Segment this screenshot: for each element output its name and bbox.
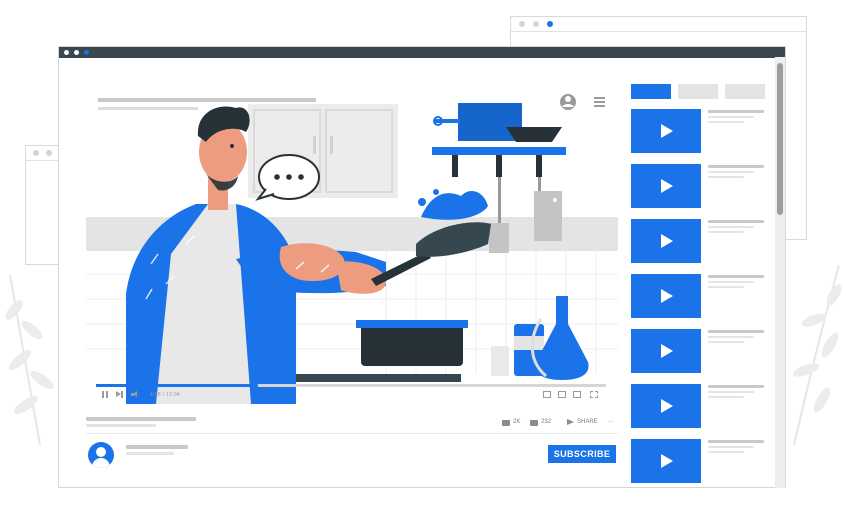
menu-icon[interactable] — [591, 94, 607, 110]
window-dot-1[interactable] — [64, 49, 69, 55]
video-thumbnail[interactable] — [631, 384, 701, 428]
channel-name-placeholder — [126, 445, 188, 449]
video-thumbnail[interactable] — [631, 219, 701, 263]
play-icon — [661, 344, 673, 358]
play-icon — [661, 454, 673, 468]
progress-track[interactable] — [96, 381, 606, 390]
volume-icon[interactable] — [131, 391, 140, 398]
speech-bubble-text: ••• — [270, 168, 310, 177]
pause-icon[interactable] — [102, 391, 108, 398]
next-icon[interactable] — [116, 391, 124, 398]
video-meta-placeholder — [708, 171, 754, 173]
title-bar — [59, 47, 785, 58]
video-title-placeholder — [708, 110, 764, 113]
divider — [86, 433, 618, 434]
video-meta-placeholder — [708, 391, 754, 393]
video-meta-placeholder — [708, 176, 744, 178]
video-title-placeholder — [708, 220, 764, 223]
tab-1[interactable] — [631, 84, 671, 99]
scrollbar-track[interactable] — [775, 57, 785, 488]
settings-icon[interactable] — [543, 391, 551, 398]
fullscreen-icon[interactable] — [590, 391, 598, 398]
share-icon[interactable] — [567, 419, 574, 425]
video-title-placeholder — [708, 275, 764, 278]
video-title-placeholder — [86, 417, 196, 421]
channel-avatar[interactable] — [88, 442, 114, 468]
play-icon — [661, 289, 673, 303]
video-title-placeholder — [708, 330, 764, 333]
video-player[interactable]: ••• — [86, 84, 618, 404]
video-meta-placeholder — [708, 396, 744, 398]
progress-scrubber[interactable] — [250, 381, 259, 390]
play-icon — [661, 179, 673, 193]
account-icon[interactable] — [560, 94, 576, 110]
video-meta-placeholder — [708, 451, 744, 453]
window-dot-2[interactable] — [74, 49, 79, 55]
video-views-placeholder — [86, 424, 156, 427]
play-icon — [661, 399, 673, 413]
video-meta-placeholder — [708, 226, 754, 228]
window-dot-3[interactable] — [84, 49, 89, 55]
dislike-icon[interactable] — [530, 420, 538, 426]
video-title-placeholder — [708, 165, 764, 168]
more-options[interactable]: ··· — [608, 419, 614, 425]
tab-2[interactable] — [678, 84, 718, 99]
avatar-icon — [96, 447, 106, 457]
tab-3[interactable] — [725, 84, 765, 99]
subscribe-button[interactable]: SUBSCRIBE — [548, 445, 616, 463]
like-icon[interactable] — [502, 420, 510, 426]
video-meta-placeholder — [708, 116, 754, 118]
cooking-illustration — [86, 94, 618, 404]
miniplayer-icon[interactable] — [558, 391, 566, 398]
play-icon — [661, 124, 673, 138]
cast-icon[interactable] — [573, 391, 581, 398]
time-display: 4:08 / 12:04 — [150, 392, 181, 398]
video-meta-placeholder — [708, 341, 744, 343]
subscriber-count-placeholder — [126, 452, 174, 455]
video-thumbnail[interactable] — [631, 164, 701, 208]
share-label[interactable]: SHARE — [577, 419, 598, 425]
browser-window: ••• 4:08 / 12:04 2K 232 SHARE ··· SUBSCR… — [58, 46, 786, 488]
video-meta-placeholder — [708, 231, 744, 233]
video-thumbnail[interactable] — [631, 439, 701, 483]
video-thumbnail[interactable] — [631, 109, 701, 153]
like-count: 2K — [513, 419, 521, 425]
video-meta-placeholder — [708, 121, 744, 123]
dislike-count: 232 — [541, 419, 552, 425]
video-meta-placeholder — [708, 336, 754, 338]
video-thumbnail[interactable] — [631, 329, 701, 373]
leaf-decoration-right — [792, 264, 842, 446]
video-meta-placeholder — [708, 281, 754, 283]
video-meta-placeholder — [708, 286, 744, 288]
video-title-placeholder — [708, 385, 764, 388]
play-icon — [661, 234, 673, 248]
progress-fill — [96, 384, 255, 387]
video-thumbnail[interactable] — [631, 274, 701, 318]
video-meta-placeholder — [708, 446, 754, 448]
video-title-placeholder — [708, 440, 764, 443]
scrollbar-thumb[interactable] — [777, 63, 783, 215]
